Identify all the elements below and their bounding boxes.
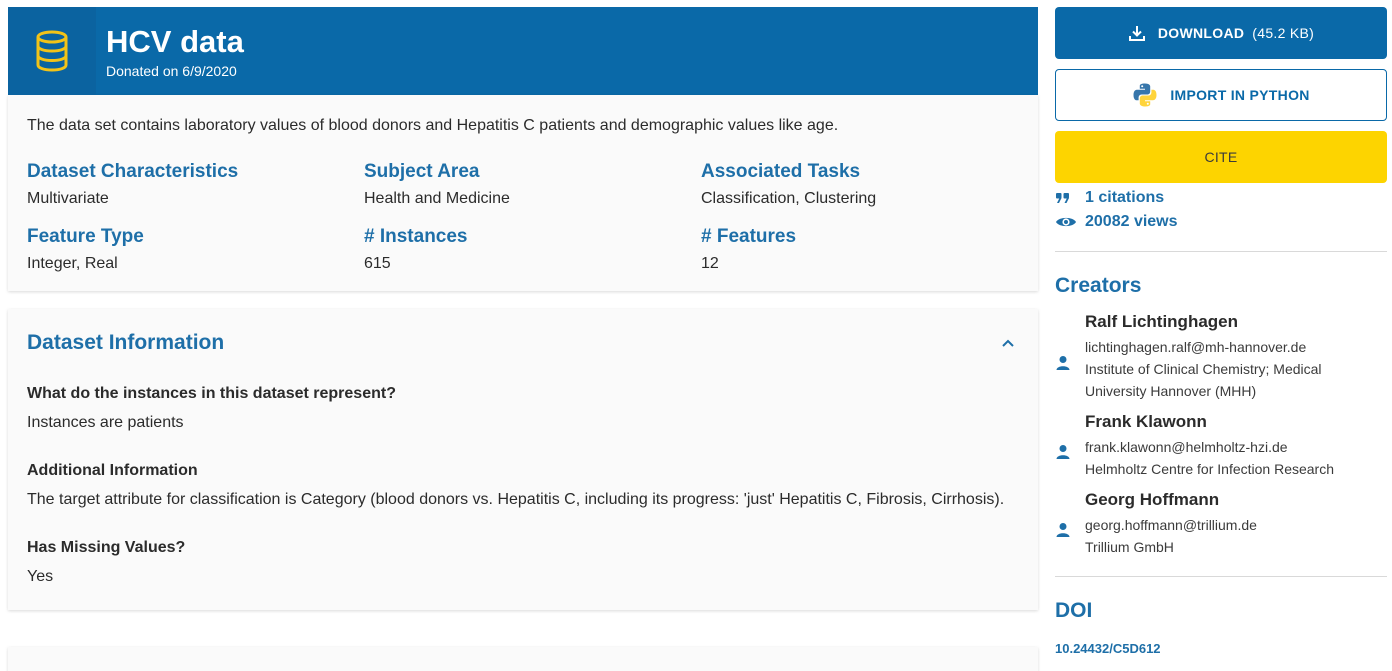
summary-card: The data set contains laboratory values …	[8, 95, 1038, 291]
creator-affiliation: University Hannover (MHH)	[1085, 383, 1257, 399]
download-size: (45.2 KB)	[1252, 25, 1315, 41]
creator-name: Frank Klawonn	[1085, 412, 1207, 431]
characteristic-value: 615	[364, 255, 391, 272]
creator-item: Georg Hoffmann georg.hoffmann@trillium.d…	[1055, 490, 1387, 556]
page-title: HCV data	[106, 23, 244, 59]
characteristic-value: Multivariate	[27, 190, 109, 207]
characteristic-label: # Instances	[364, 226, 468, 247]
characteristic-label: Associated Tasks	[701, 161, 861, 182]
eye-icon	[1055, 215, 1085, 229]
creator-email: frank.klawonn@helmholtz-hzi.de	[1085, 439, 1288, 455]
characteristic-label: Dataset Characteristics	[27, 161, 239, 182]
next-section-card	[8, 647, 1038, 671]
download-label: DOWNLOAD	[1157, 25, 1245, 41]
characteristic-instances: # Instances 615	[364, 226, 701, 273]
cite-label: CITE	[1204, 149, 1238, 165]
citations-count: 1 citations	[1085, 189, 1165, 206]
characteristic-associated-tasks: Associated Tasks Classification, Cluster…	[701, 161, 1021, 208]
creator-email: georg.hoffmann@trillium.de	[1085, 517, 1257, 533]
python-icon	[1132, 82, 1158, 108]
characteristic-label: # Features	[701, 226, 797, 247]
doi-title: DOI	[1055, 599, 1093, 622]
creator-affiliation: Trillium GmbH	[1085, 539, 1174, 555]
characteristic-value: Classification, Clustering	[701, 190, 877, 207]
info-answer: The target attribute for classification …	[27, 491, 1005, 508]
quote-icon	[1055, 191, 1085, 205]
views-count: 20082 views	[1085, 213, 1178, 230]
characteristic-subject-area: Subject Area Health and Medicine	[364, 161, 701, 208]
sidebar: DOWNLOAD (45.2 KB) IMPORT IN PYTHON CITE…	[1055, 7, 1387, 656]
person-icon	[1055, 508, 1085, 538]
characteristic-value: 12	[701, 255, 719, 272]
info-question: What do the instances in this dataset re…	[27, 385, 396, 402]
dataset-information-header[interactable]: Dataset Information	[27, 331, 1019, 355]
person-icon	[1055, 341, 1085, 371]
characteristic-value: Integer, Real	[27, 255, 118, 272]
chevron-up-icon[interactable]	[1001, 335, 1015, 351]
creators-title: Creators	[1055, 274, 1142, 297]
download-button[interactable]: DOWNLOAD (45.2 KB)	[1055, 7, 1387, 59]
citations-link[interactable]: 1 citations	[1055, 189, 1387, 207]
cite-button[interactable]: CITE	[1055, 131, 1387, 183]
divider	[1055, 251, 1387, 252]
info-answer: Yes	[27, 568, 54, 585]
database-icon	[8, 7, 96, 95]
creator-affiliation: Helmholtz Centre for Infection Research	[1085, 461, 1334, 477]
doi-link[interactable]: 10.24432/C5D612	[1055, 641, 1387, 656]
import-in-python-label: IMPORT IN PYTHON	[1170, 87, 1310, 103]
dataset-description: The data set contains laboratory values …	[27, 117, 839, 134]
characteristic-label: Subject Area	[364, 161, 480, 182]
main-column: HCV data Donated on 6/9/2020 The data se…	[8, 7, 1038, 610]
characteristic-value: Health and Medicine	[364, 190, 510, 207]
donated-date: Donated on 6/9/2020	[106, 62, 237, 79]
dataset-header: HCV data Donated on 6/9/2020	[8, 7, 1038, 95]
creator-affiliation: Institute of Clinical Chemistry; Medical	[1085, 361, 1322, 377]
characteristic-features: # Features 12	[701, 226, 1021, 273]
characteristic-dataset-characteristics: Dataset Characteristics Multivariate	[27, 161, 364, 208]
characteristic-feature-type: Feature Type Integer, Real	[27, 226, 364, 273]
import-in-python-button[interactable]: IMPORT IN PYTHON	[1055, 69, 1387, 121]
creator-name: Georg Hoffmann	[1085, 490, 1220, 509]
views-stat: 20082 views	[1055, 213, 1387, 231]
divider	[1055, 576, 1387, 577]
info-question: Has Missing Values?	[27, 539, 186, 556]
creator-name: Ralf Lichtinghagen	[1085, 312, 1238, 331]
info-answer: Instances are patients	[27, 414, 184, 431]
dataset-information-card: Dataset Information What do the instance…	[8, 309, 1038, 610]
characteristic-label: Feature Type	[27, 226, 144, 247]
info-question: Additional Information	[27, 462, 198, 479]
section-title: Dataset Information	[27, 331, 225, 354]
person-icon	[1055, 430, 1085, 460]
download-icon	[1128, 24, 1146, 42]
creator-item: Frank Klawonn frank.klawonn@helmholtz-hz…	[1055, 412, 1387, 478]
creator-email: lichtinghagen.ralf@mh-hannover.de	[1085, 339, 1307, 355]
creator-item: Ralf Lichtinghagen lichtinghagen.ralf@mh…	[1055, 312, 1387, 400]
characteristics-grid: Dataset Characteristics Multivariate Sub…	[27, 161, 1019, 273]
